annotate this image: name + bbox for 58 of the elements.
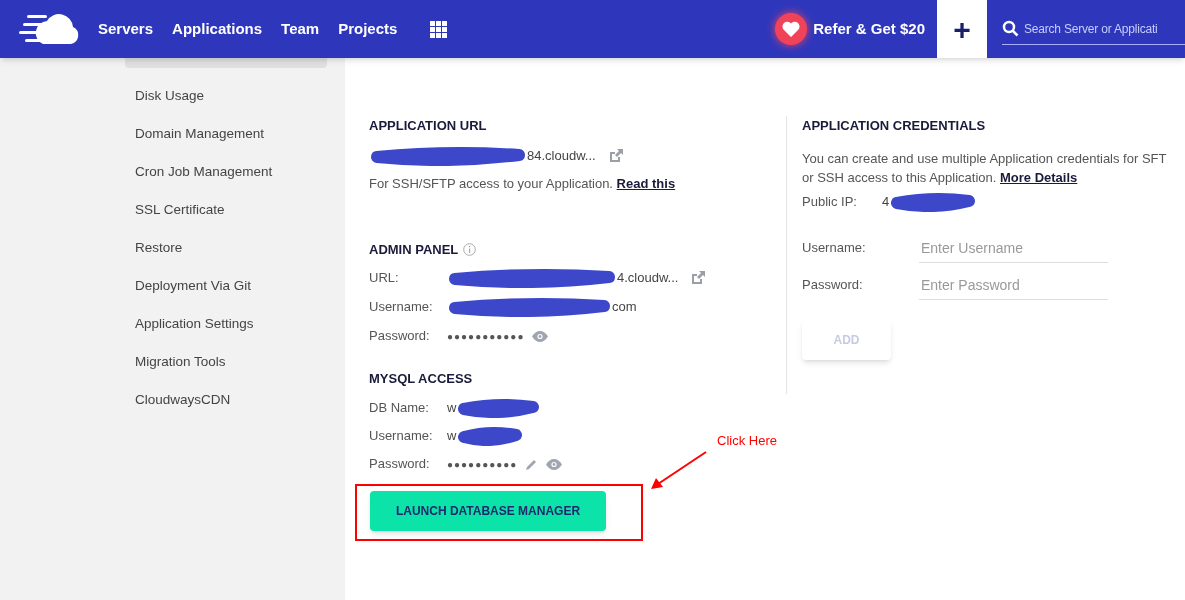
field-value: 4: [882, 192, 890, 211]
password-dots: ●●●●●●●●●●: [447, 457, 518, 472]
field-value: w: [447, 427, 457, 446]
sidebar-item[interactable]: Application Settings: [125, 305, 327, 343]
field-value: com: [612, 298, 637, 317]
field-label: URL:: [369, 269, 400, 288]
external-link-icon[interactable]: [690, 270, 707, 286]
section-title: APPLICATION CREDENTIALS: [802, 117, 987, 135]
field-label: Public IP:: [802, 192, 858, 211]
app-url[interactable]: 84.cloudw...: [527, 145, 596, 166]
add-button[interactable]: +: [937, 0, 987, 58]
field-label: Username:: [802, 239, 867, 258]
text-field[interactable]: Enter Password: [919, 270, 1108, 300]
sidebar-item[interactable]: Deployment Via Git: [125, 267, 327, 305]
cloud-logo[interactable]: [19, 12, 79, 46]
field-label: DB Name:: [369, 399, 430, 418]
eye-icon[interactable]: [546, 458, 563, 470]
more-details-link[interactable]: More Details: [1000, 169, 1078, 185]
sidebar-item[interactable]: Restore: [125, 229, 327, 267]
credentials-description: You can create and use multiple Application credentials for SFT: [802, 149, 1168, 168]
text-field[interactable]: Enter Username: [919, 233, 1108, 263]
nav-link[interactable]: Team: [281, 17, 320, 41]
refer-link[interactable]: Refer & Get $20: [775, 13, 925, 45]
sidebar-item[interactable]: SSL Certificate: [125, 191, 327, 229]
credentials-description: or SSH access to this Application. More Details: [802, 168, 1079, 187]
info-icon[interactable]: [463, 243, 477, 257]
search-icon: [1002, 20, 1019, 37]
field-label: Password:: [369, 327, 431, 346]
read-this-link[interactable]: Read this: [616, 175, 676, 191]
annotation-label: Click Here: [717, 432, 777, 450]
eye-icon[interactable]: [532, 330, 549, 342]
redaction-mark: [456, 426, 525, 446]
field-label: Password:: [802, 276, 864, 295]
section-title: ADMIN PANEL: [369, 241, 459, 259]
heart-icon: [782, 21, 801, 37]
field-label: Username:: [369, 427, 434, 446]
password-dots: ●●●●●●●●●●●: [447, 329, 525, 344]
sidebar-item[interactable]: Cron Job Management: [125, 153, 327, 191]
sidebar-item[interactable]: CloudwaysCDN: [125, 381, 327, 419]
sidebar-item[interactable]: Migration Tools: [125, 343, 327, 381]
nav-link[interactable]: Projects: [338, 17, 398, 41]
field-value: 4.cloudw...: [617, 269, 679, 288]
field-label: Username:: [369, 298, 434, 317]
section-title: MYSQL ACCESS: [369, 369, 474, 388]
annotation-arrow: [650, 451, 708, 491]
field-label: Password:: [369, 455, 431, 474]
sidebar-item[interactable]: Disk Usage: [125, 77, 327, 115]
search-field[interactable]: Search Server or Applicati: [1024, 19, 1185, 38]
pencil-icon[interactable]: [525, 457, 539, 471]
sidebar-item[interactable]: Domain Management: [125, 115, 327, 153]
field-value: w: [447, 399, 457, 418]
external-link-icon[interactable]: [607, 147, 624, 164]
grid-menu-icon[interactable]: [430, 20, 448, 38]
launch-database-manager-button[interactable]: LAUNCH DATABASE MANAGER: [370, 491, 606, 531]
ssh-note: For SSH/SFTP access to your Application. Read this: [369, 174, 677, 193]
section-title: APPLICATION URL: [369, 117, 488, 135]
nav-link[interactable]: Applications: [172, 17, 263, 41]
nav-link[interactable]: Servers: [98, 17, 154, 41]
